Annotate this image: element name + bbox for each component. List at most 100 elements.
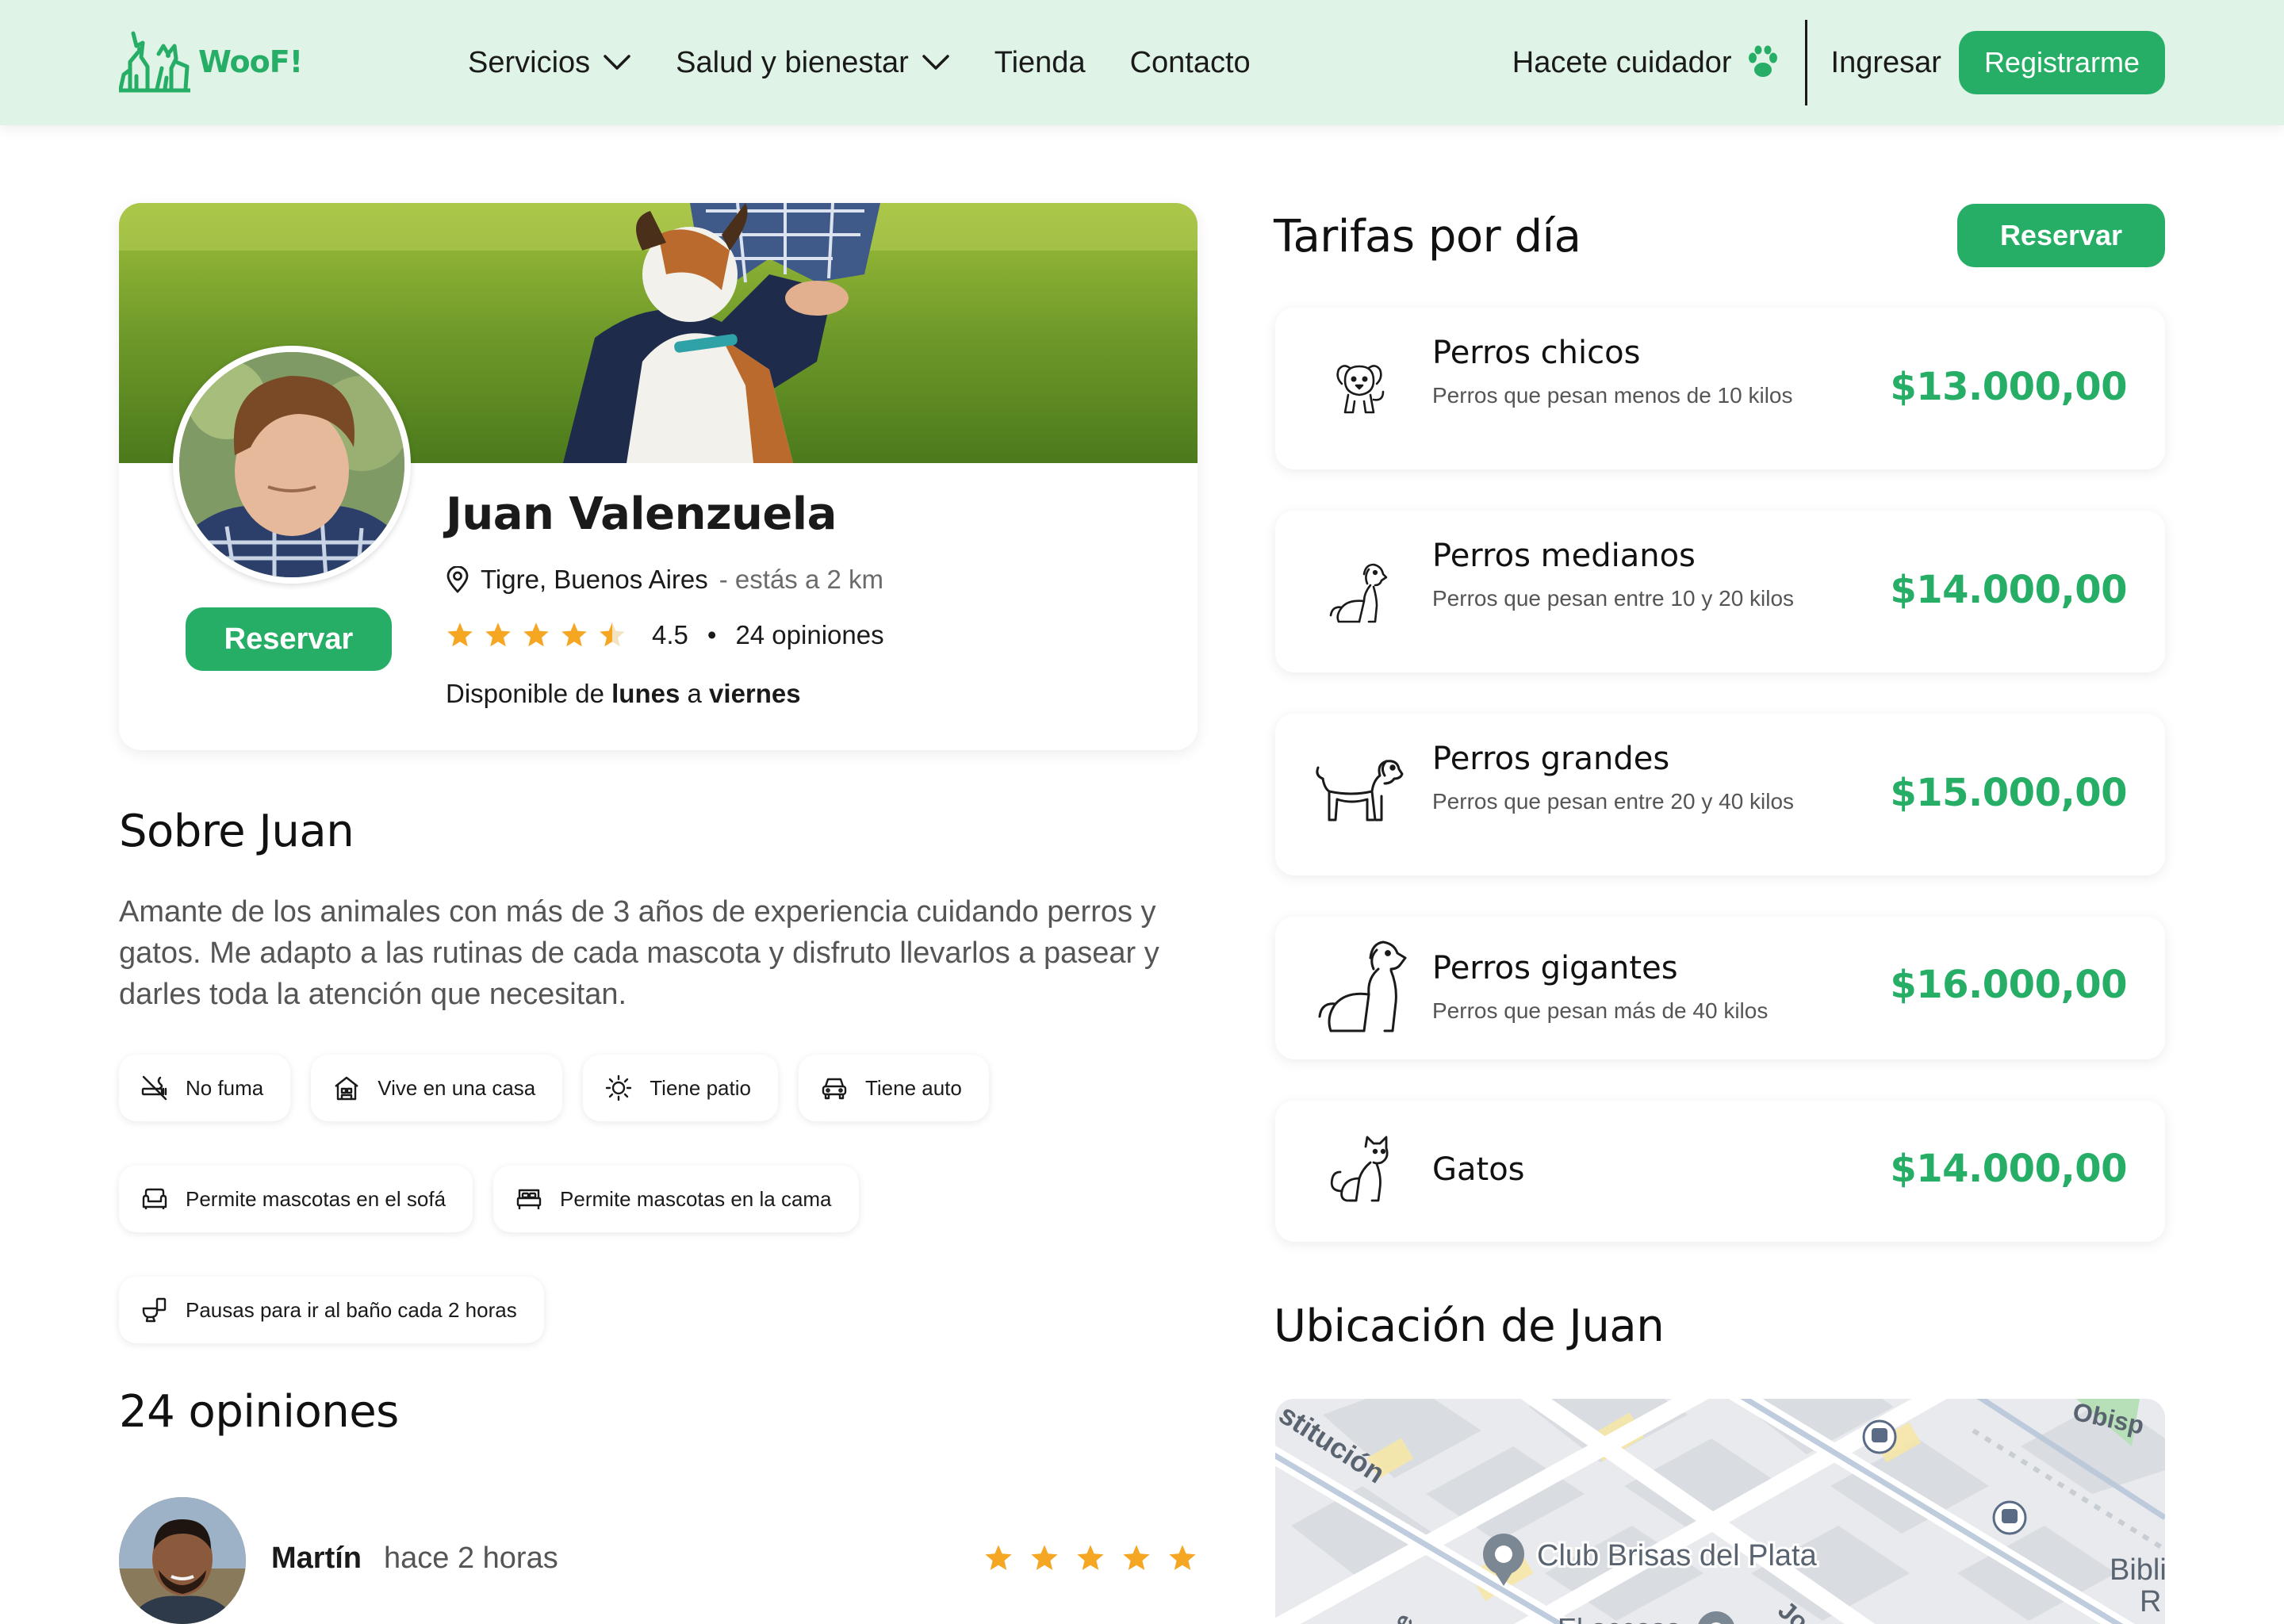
feature-label: No fuma [186,1075,264,1100]
rate-price: $16.000,00 [1890,963,2127,1007]
rate-description: Perros que pesan entre 20 y 40 kilos [1432,789,1795,814]
top-header: WooF! Servicios Salud y bienestar Tienda… [0,0,2284,125]
star-icon [1167,1543,1198,1573]
map-canvas[interactable]: Club Brisas del Plata stitución Obisp Bi… [1275,1399,2165,1624]
caregiver-label: Hacete cuidador [1512,45,1732,79]
register-button[interactable]: Registrarme [1958,31,2165,94]
star-icon [1029,1543,1060,1573]
rate-description: Perros que pesan menos de 10 kilos [1432,383,1793,408]
medium-dog-icon [1321,555,1397,631]
nav-salud-label: Salud y bienestar [676,45,909,79]
login-link[interactable]: Ingresar [1831,46,1941,80]
profile-reserve-button[interactable]: Reservar [186,607,392,671]
nav-salud-bienestar[interactable]: Salud y bienestar [676,46,950,80]
about-text: Amante de los animales con más de 3 años… [119,895,1159,1011]
profile-card: Reservar Juan Valenzuela Tigre, Buenos A… [119,203,1198,750]
nav-contacto-label: Contacto [1129,45,1251,79]
map-label-club: Club Brisas del Plata [1537,1539,1818,1572]
cat-icon [1321,1132,1397,1208]
caregiver-photo [179,352,404,577]
rate-card-cats[interactable]: Gatos $14.000,00 [1275,1101,2165,1242]
nav-contacto[interactable]: Contacto [1130,46,1251,80]
star-icon [484,621,512,649]
feature-label: Permite mascotas en el sofá [186,1186,446,1211]
logo-text: WooF! [198,44,303,79]
rates-title: Tarifas por día [1274,211,1581,262]
nav-tienda-label: Tienda [994,45,1086,79]
reviews-count-link[interactable]: 24 opiniones [735,620,883,650]
rate-name: Perros grandes [1432,741,1670,777]
rates-reserve-button[interactable]: Reservar [1957,204,2165,267]
bed-icon [515,1185,542,1212]
rate-name: Perros medianos [1432,538,1696,574]
caregiver-rating: 4.5 • 24 opiniones [446,620,884,650]
sofa-icon [141,1185,168,1212]
dog-cat-logo-icon [119,31,190,93]
rate-price: $14.000,00 [1890,1147,2127,1191]
car-icon [821,1074,848,1101]
availability-from: lunes [611,679,680,708]
feature-label: Vive en una casa [377,1075,536,1100]
rate-price: $15.000,00 [1890,771,2127,815]
rate-name: Perros gigantes [1432,950,1678,986]
caregiver-name: Juan Valenzuela [446,488,837,540]
rating-stars [446,621,627,649]
distance-text: - estás a 2 km [719,565,883,594]
about-title: Sobre Juan [119,806,354,857]
chevron-down-icon [922,55,949,70]
feature-chip: Tiene patio [583,1055,778,1121]
star-icon [598,621,627,649]
rate-card-medium-dogs[interactable]: Perros medianos Perros que pesan entre 1… [1275,511,2165,672]
location-map[interactable]: Club Brisas del Plata stitución Obisp Bi… [1275,1399,2165,1624]
rate-card-large-dogs[interactable]: Perros grandes Perros que pesan entre 20… [1275,714,2165,875]
map-title: Ubicación de Juan [1274,1300,1665,1352]
star-icon [560,621,588,649]
header-divider [1804,20,1807,105]
reviews-title: 24 opiniones [119,1386,399,1438]
rating-value: 4.5 [652,620,688,649]
rate-price: $13.000,00 [1890,365,2127,409]
house-icon [333,1074,360,1101]
rate-description: Perros que pesan entre 10 y 20 kilos [1432,586,1795,611]
sun-icon [605,1074,632,1101]
nav-servicios[interactable]: Servicios [468,46,631,80]
reviewer-photo [119,1497,246,1624]
star-icon [446,621,474,649]
star-icon [1075,1543,1106,1573]
become-caregiver-link[interactable]: Hacete cuidador [1512,45,1781,80]
feature-label: Pausas para ir al baño cada 2 horas [186,1297,517,1322]
location-text: Tigre, Buenos Aires [481,565,708,594]
availability-mid: a [680,679,710,708]
feature-label: Tiene patio [650,1075,751,1100]
star-icon [983,1543,1014,1573]
feature-chip: Vive en una casa [311,1055,563,1121]
star-icon [1121,1543,1152,1573]
rate-name: Gatos [1432,1151,1525,1188]
feature-chip: Permite mascotas en la cama [493,1166,859,1232]
feature-chip: Permite mascotas en el sofá [119,1166,473,1232]
rate-card-giant-dogs[interactable]: Perros gigantes Perros que pesan más de … [1275,917,2165,1059]
rate-name: Perros chicos [1432,335,1641,371]
giant-dog-icon [1312,934,1415,1037]
review-item: Martín hace 2 horas [119,1497,1198,1624]
nav-tienda[interactable]: Tienda [994,46,1086,80]
review-stars [983,1543,1198,1573]
nav-servicios-label: Servicios [468,45,591,79]
reviewer-avatar [119,1497,246,1624]
feature-chip: Pausas para ir al baño cada 2 horas [119,1277,544,1343]
woof-logo[interactable]: WooF! [119,30,303,94]
rate-card-small-dogs[interactable]: Perros chicos Perros que pesan menos de … [1275,308,2165,469]
header-actions: Hacete cuidador Ingresar Registrarme [1512,0,2165,125]
feature-chip: No fuma [119,1055,291,1121]
availability: Disponible de lunes a viernes [446,679,801,709]
caregiver-location: Tigre, Buenos Aires - estás a 2 km [446,565,883,595]
reviewer-name: Martín [271,1542,362,1575]
dot-separator: • [707,620,717,649]
feature-label: Tiene auto [864,1075,962,1100]
map-label-bottom: El acceso [1558,1612,1681,1624]
availability-to: viernes [709,679,801,708]
availability-prefix: Disponible de [446,679,612,708]
feature-label: Permite mascotas en la cama [560,1186,832,1211]
main-nav: Servicios Salud y bienestar Tienda Conta… [468,0,1251,125]
map-label-right: Bibli [2110,1553,2165,1587]
